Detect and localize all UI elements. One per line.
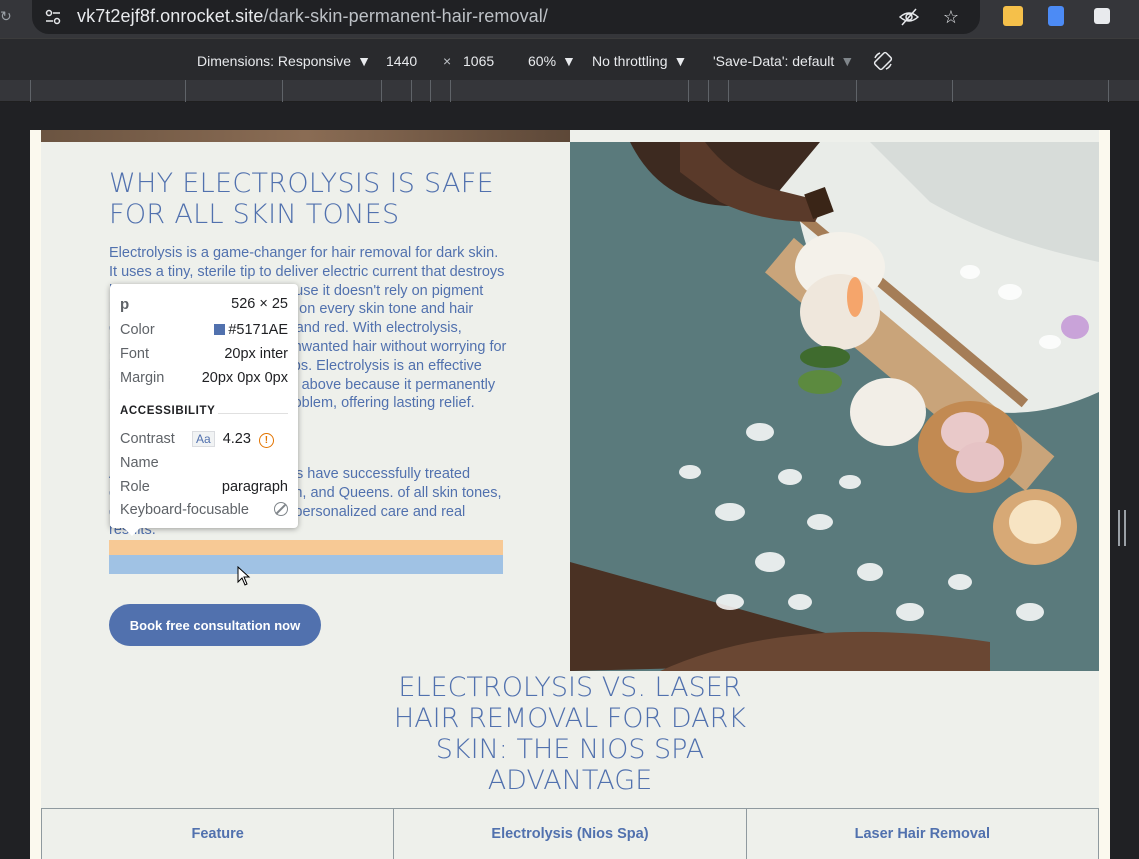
- throttling-dropdown[interactable]: No throttling ▼: [592, 53, 687, 69]
- comparison-heading: ELECTROLYSIS VS. LASER HAIR REMOVAL FOR …: [393, 672, 747, 796]
- mouse-cursor-icon: [237, 566, 251, 586]
- bookmark-star-icon[interactable]: ☆: [940, 6, 962, 28]
- url-host: vk7t2ejf8f.onrocket.site: [77, 6, 264, 26]
- role-value: paragraph: [221, 479, 288, 495]
- url-path: /dark-skin-permanent-hair-removal/: [263, 6, 548, 26]
- table-header-laser: Laser Hair Removal: [745, 809, 1099, 859]
- contrast-label: Contrast: [120, 431, 175, 447]
- extension-camera-icon[interactable]: [1094, 8, 1110, 24]
- zoom-dropdown[interactable]: 60% ▼: [528, 53, 576, 69]
- font-value: 20px inter: [224, 346, 288, 362]
- color-value: #5171AE: [228, 322, 288, 338]
- zoom-label: 60%: [528, 53, 557, 69]
- dimensions-dropdown[interactable]: Dimensions: Responsive ▼: [197, 53, 371, 69]
- role-label: Role: [120, 479, 150, 495]
- color-label: Color: [120, 322, 155, 338]
- chevron-down-icon: ▼: [840, 53, 855, 69]
- section-heading: WHY ELECTROLYSIS IS SAFE FOR ALL SKIN TO…: [109, 168, 494, 230]
- extension-notes-icon[interactable]: [1003, 6, 1023, 26]
- eye-off-icon[interactable]: [898, 6, 920, 28]
- name-label: Name: [120, 455, 159, 471]
- table-header-electrolysis: Electrolysis (Nios Spa): [393, 809, 745, 859]
- width-input[interactable]: 1440: [386, 53, 417, 69]
- rotate-icon[interactable]: [872, 50, 894, 72]
- contrast-value: 4.23: [222, 431, 251, 447]
- margin-highlight: [109, 540, 503, 555]
- table-header-feature: Feature: [41, 809, 393, 859]
- dimensions-label: Dimensions: Responsive: [197, 53, 352, 69]
- device-toolbar: Dimensions: Responsive ▼ 1440 × 1065 60% ▼…: [0, 38, 1139, 80]
- warning-icon: !: [258, 433, 274, 448]
- resize-handle[interactable]: [1118, 510, 1126, 546]
- margin-value: 20px 0px 0px: [201, 370, 288, 386]
- font-label: Font: [120, 346, 150, 362]
- not-focusable-icon: [274, 502, 288, 518]
- url-text[interactable]: vk7t2ejf8f.onrocket.site/dark-skin-perma…: [77, 6, 548, 27]
- contrast-value-wrap: Aa 4.23!: [192, 431, 274, 448]
- site-settings-icon[interactable]: [44, 8, 62, 26]
- browser-toolbar: ↻ vk7t2ejf8f.onrocket.site/dark-skin-per…: [0, 0, 1139, 38]
- element-highlight: [109, 555, 503, 574]
- book-consultation-button[interactable]: Book free consultation now: [109, 604, 321, 646]
- margin-label: Margin: [120, 370, 165, 386]
- height-input[interactable]: 1065: [463, 53, 494, 69]
- inspect-tooltip: p 526 × 25 Color #5171AE Font 20px inter…: [110, 284, 298, 536]
- chevron-down-icon: ▼: [673, 53, 688, 69]
- extension-docs-icon[interactable]: [1048, 6, 1064, 26]
- save-data-dropdown[interactable]: 'Save-Data': default ▼: [713, 53, 854, 69]
- comparison-table: Feature Electrolysis (Nios Spa) Laser Ha…: [41, 808, 1099, 859]
- color-value-wrap: #5171AE: [214, 322, 288, 338]
- element-tag: p: [120, 296, 130, 313]
- element-size: 526 × 25: [231, 296, 288, 312]
- reload-icon[interactable]: ↻: [0, 8, 12, 24]
- spa-bath-image: [570, 142, 1099, 671]
- times-sign: ×: [443, 53, 452, 69]
- media-query-ruler[interactable]: [0, 80, 1139, 102]
- save-data-label: 'Save-Data': default: [713, 53, 835, 69]
- chevron-down-icon: ▼: [562, 53, 576, 69]
- address-bar[interactable]: vk7t2ejf8f.onrocket.site/dark-skin-perma…: [32, 0, 980, 34]
- color-swatch: [214, 324, 226, 335]
- contrast-sample: Aa: [192, 431, 215, 447]
- previous-section-image: [41, 130, 570, 142]
- accessibility-title: ACCESSIBILITY: [120, 405, 216, 417]
- keyboard-focusable-label: Keyboard-focusable: [120, 502, 249, 518]
- chevron-down-icon: ▼: [357, 53, 371, 69]
- throttling-label: No throttling: [592, 53, 668, 69]
- divider: [218, 413, 288, 414]
